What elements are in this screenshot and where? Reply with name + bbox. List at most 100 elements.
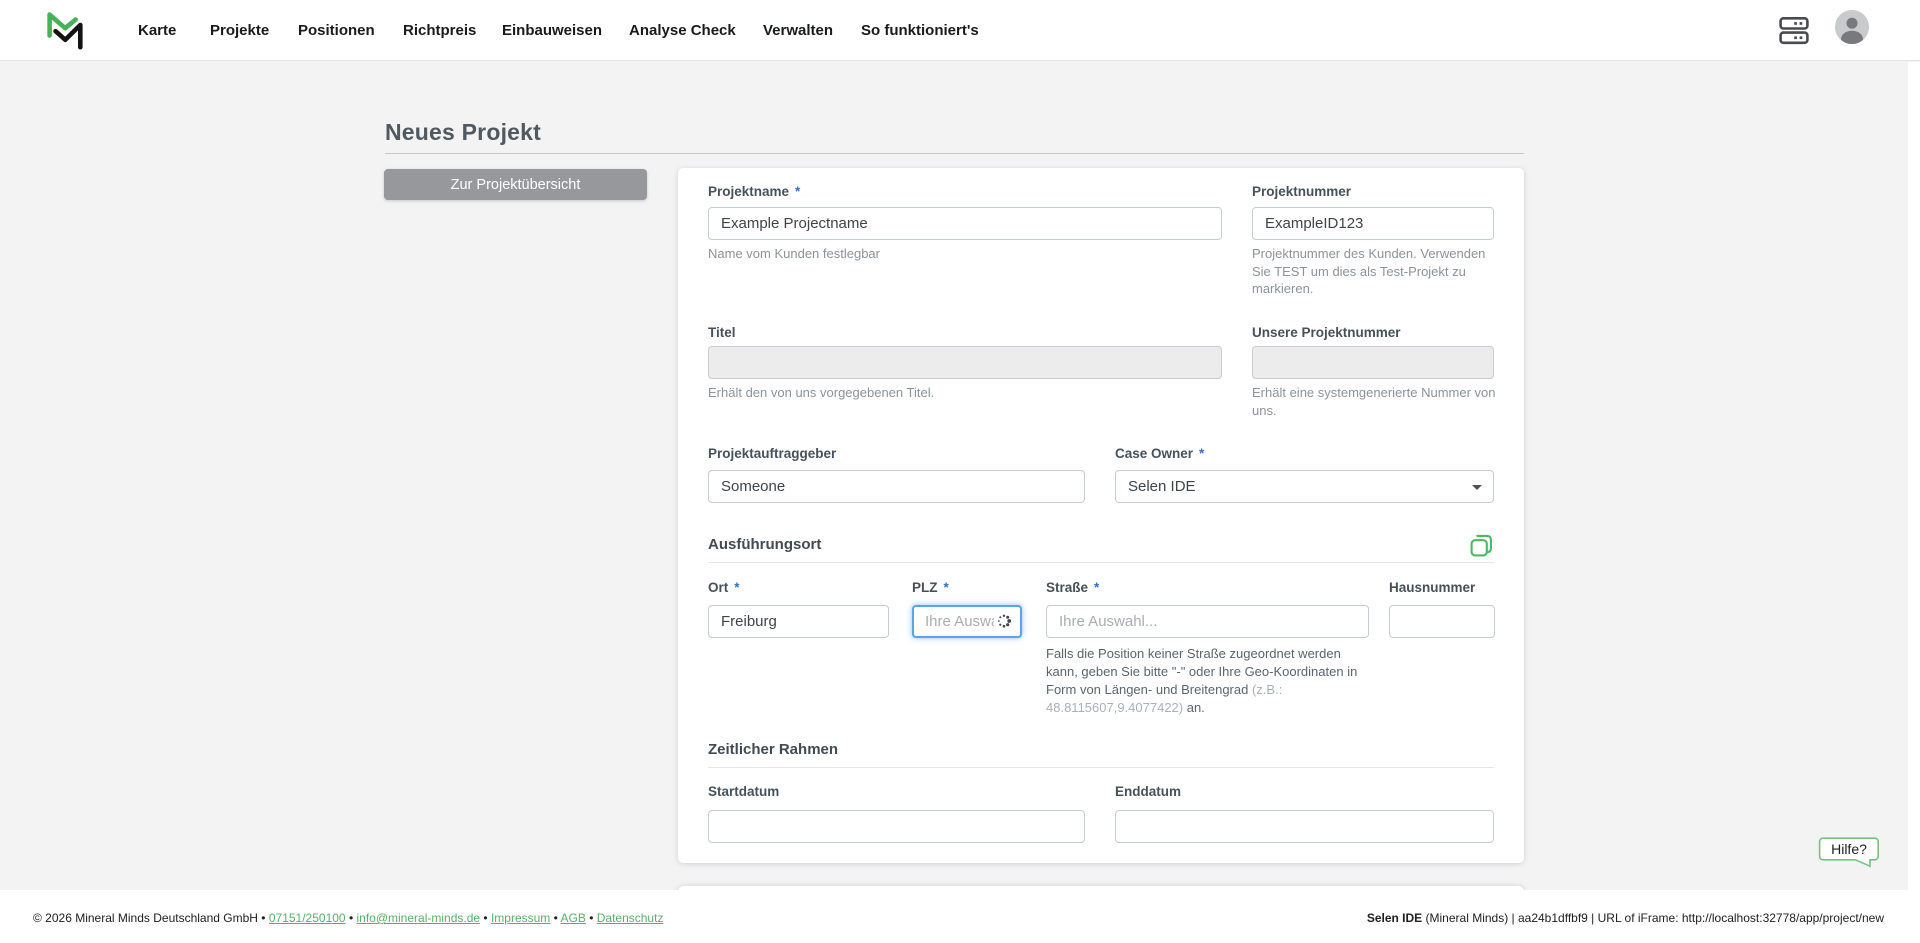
required-asterisk: * — [734, 579, 740, 595]
footer-separator: • — [348, 911, 354, 925]
strasse-helper-main: Falls die Position keiner Straße zugeord… — [1046, 646, 1358, 697]
field-projektauftraggeber: Projektauftraggeber — [708, 444, 1085, 503]
footer-link-datenschutz[interactable]: Datenschutz — [597, 911, 664, 925]
nav-verwalten[interactable]: Verwalten — [763, 0, 833, 61]
page-title: Neues Projekt — [385, 119, 541, 145]
required-asterisk: * — [943, 579, 949, 595]
loading-spinner-icon — [997, 614, 1012, 628]
required-asterisk: * — [795, 183, 801, 199]
section-divider — [708, 767, 1494, 768]
field-enddatum: Enddatum — [1115, 782, 1494, 843]
unsere-projektnummer-label-text: Unsere Projektnummer — [1252, 325, 1401, 340]
field-projektnummer: Projektnummer Projektnummer des Kunden. … — [1252, 182, 1494, 298]
mineral-minds-logo-icon[interactable] — [47, 11, 84, 55]
footer-separator: • — [261, 911, 266, 925]
field-startdatum: Startdatum — [708, 782, 1085, 843]
footer-separator: • — [483, 911, 488, 925]
titel-label-text: Titel — [708, 325, 736, 340]
startdatum-label: Startdatum — [708, 782, 1085, 802]
nav-richtpreis[interactable]: Richtpreis — [403, 0, 476, 61]
enddatum-label: Enddatum — [1115, 782, 1494, 802]
field-strasse: Straße * — [1046, 578, 1369, 638]
enddatum-input[interactable] — [1115, 809, 1494, 843]
projektname-helper: Name vom Kunden festlegbar — [708, 246, 880, 261]
field-hausnummer: Hausnummer — [1389, 578, 1495, 638]
case-owner-select[interactable]: Selen IDE — [1115, 470, 1494, 503]
hausnummer-input[interactable] — [1389, 604, 1495, 638]
projektname-label: Projektname * — [708, 182, 1222, 202]
nav-karte[interactable]: Karte — [138, 0, 176, 61]
copy-icon[interactable] — [1469, 533, 1495, 559]
case-owner-label-text: Case Owner — [1115, 446, 1194, 461]
session-details: (Mineral Minds) | aa24b1dffbf9 | URL of … — [1422, 911, 1884, 925]
help-button-label: Hilfe? — [1831, 841, 1867, 857]
projektnummer-input[interactable] — [1252, 206, 1494, 240]
plz-label: PLZ * — [912, 578, 1022, 598]
projektname-label-text: Projektname — [708, 183, 790, 199]
footer-link-impressum[interactable]: Impressum — [491, 911, 550, 925]
help-button[interactable]: Hilfe? — [1818, 837, 1882, 876]
project-overview-button[interactable]: Zur Projektübersicht — [384, 169, 647, 200]
startdatum-label-text: Startdatum — [708, 783, 780, 799]
hausnummer-label: Hausnummer — [1389, 578, 1495, 598]
field-plz: PLZ * — [912, 578, 1022, 638]
unsere-projektnummer-input — [1252, 346, 1494, 379]
section-ausfuehrungsort-title: Ausführungsort — [708, 536, 822, 553]
field-projektname: Projektname * Name vom Kunden festlegbar — [708, 182, 1222, 263]
nav-projekte[interactable]: Projekte — [210, 0, 269, 61]
footer-link-agb[interactable]: AGB — [561, 911, 586, 925]
titel-helper: Erhält den von uns vorgegebenen Titel. — [708, 385, 935, 400]
server-icon[interactable] — [1779, 16, 1809, 52]
user-avatar[interactable] — [1835, 10, 1869, 44]
field-ort: Ort * — [708, 578, 889, 638]
case-owner-label: Case Owner * — [1115, 444, 1494, 464]
projektauftraggeber-input[interactable] — [708, 470, 1085, 503]
ort-label-text: Ort — [708, 579, 729, 595]
titel-input — [708, 346, 1222, 379]
nav-positionen[interactable]: Positionen — [298, 0, 375, 61]
footer-legal: © 2026 Mineral Minds Deutschland GmbH • … — [33, 911, 663, 925]
session-user: Selen IDE — [1366, 911, 1423, 925]
title-divider — [385, 153, 1524, 154]
strasse-helper-tail: an. — [1183, 699, 1205, 715]
plz-input-wrap — [912, 604, 1022, 638]
required-asterisk: * — [1199, 446, 1205, 461]
projektauftraggeber-label: Projektauftraggeber — [708, 444, 1085, 464]
startdatum-input[interactable] — [708, 809, 1085, 843]
strasse-label: Straße * — [1046, 578, 1369, 598]
section-divider — [708, 562, 1494, 563]
enddatum-label-text: Enddatum — [1115, 783, 1181, 799]
nav-analyse-check[interactable]: Analyse Check — [629, 0, 736, 61]
ort-input[interactable] — [708, 604, 889, 638]
copyright-text: © 2026 Mineral Minds Deutschland GmbH — [33, 911, 258, 925]
field-unsere-projektnummer: Unsere Projektnummer Erhält eine systemg… — [1252, 323, 1496, 419]
projektauftraggeber-label-text: Projektauftraggeber — [708, 446, 837, 461]
footer-link-phone[interactable]: 07151/250100 — [269, 911, 346, 925]
projektname-input[interactable] — [708, 206, 1222, 240]
project-form-card: Projektname* Name vom Kunden festlegbar … — [678, 168, 1524, 863]
nav-so-funktionierts[interactable]: So funktioniert's — [861, 0, 979, 61]
app-footer: © 2026 Mineral Minds Deutschland GmbH • … — [0, 890, 1920, 943]
footer-separator: • — [553, 911, 558, 925]
strasse-input[interactable] — [1046, 604, 1369, 638]
required-asterisk: * — [1094, 579, 1100, 595]
case-owner-value: Selen IDE — [1128, 478, 1196, 495]
nav-einbauweisen[interactable]: Einbauweisen — [502, 0, 602, 61]
app-header: Karte Projekte Positionen Richtpreis Ein… — [0, 0, 1920, 61]
plz-label-text: PLZ — [912, 579, 938, 595]
projektnummer-label: Projektnummer — [1252, 182, 1494, 202]
strasse-helper: Falls die Position keiner Straße zugeord… — [1046, 645, 1364, 717]
select-caret-icon — [1472, 485, 1482, 490]
scrollbar-track[interactable] — [1908, 62, 1920, 943]
field-titel: Titel Erhält den von uns vorgegebenen Ti… — [708, 323, 1222, 402]
titel-label: Titel — [708, 323, 1222, 343]
ort-label: Ort * — [708, 578, 889, 598]
unsere-projektnummer-helper: Erhält eine systemgenerierte Nummer von … — [1252, 385, 1496, 418]
field-case-owner: Case Owner * Selen IDE — [1115, 444, 1494, 503]
projektnummer-helper: Projektnummer des Kunden. Verwenden Sie … — [1252, 246, 1486, 296]
footer-session-info: Selen IDE (Mineral Minds) | aa24b1dffbf9… — [1367, 911, 1884, 925]
projektnummer-label-text: Projektnummer — [1252, 183, 1352, 199]
unsere-projektnummer-label: Unsere Projektnummer — [1252, 323, 1494, 343]
hausnummer-label-text: Hausnummer — [1389, 579, 1476, 595]
footer-link-email[interactable]: info@mineral-minds.de — [356, 911, 480, 925]
